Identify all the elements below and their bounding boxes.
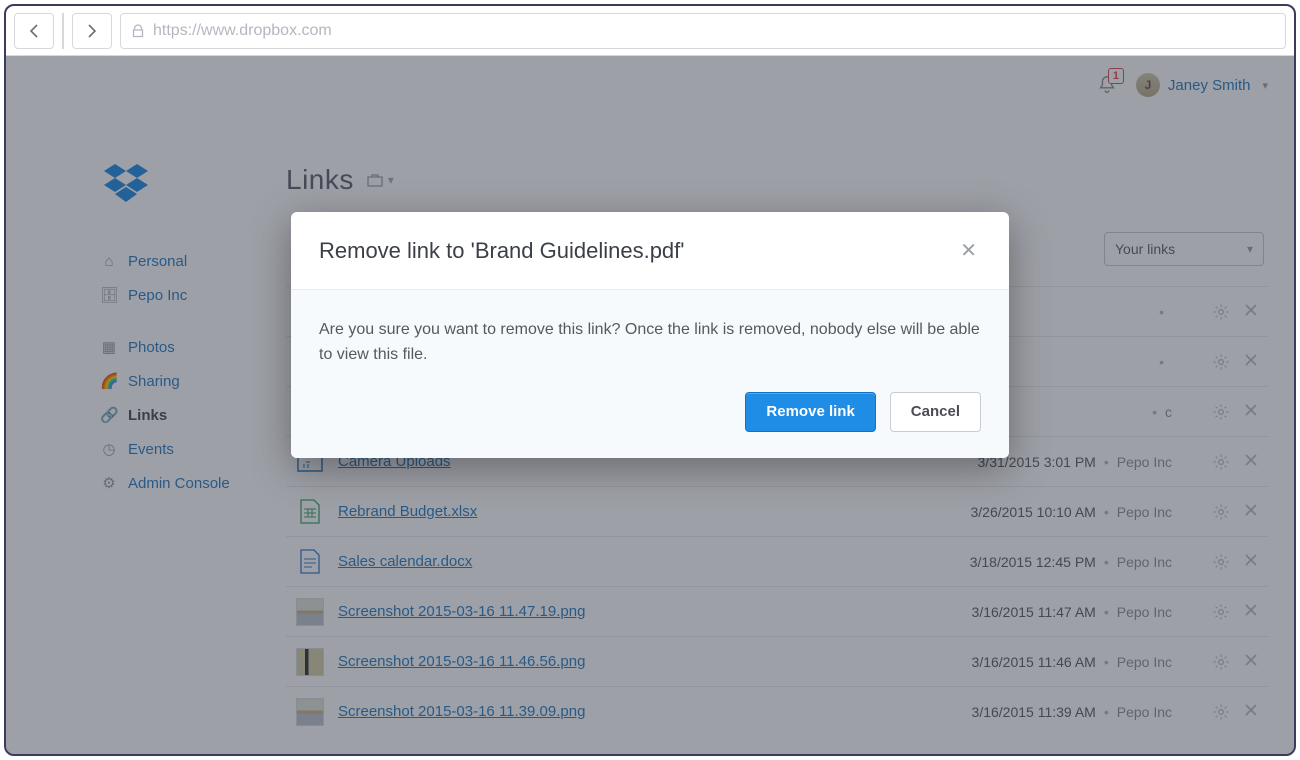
close-icon: ✕: [960, 240, 977, 262]
browser-frame: https://www.dropbox.com 1 J Janey Smith …: [4, 4, 1296, 756]
nav-separator: [62, 13, 64, 49]
modal-title: Remove link to 'Brand Guidelines.pdf': [319, 238, 684, 264]
url-text: https://www.dropbox.com: [153, 22, 332, 40]
remove-link-modal: Remove link to 'Brand Guidelines.pdf' ✕ …: [291, 212, 1009, 458]
browser-chrome: https://www.dropbox.com: [6, 6, 1294, 56]
chevron-right-icon: [87, 24, 97, 38]
forward-button[interactable]: [72, 13, 112, 49]
modal-body: Are you sure you want to remove this lin…: [291, 290, 1009, 392]
modal-footer: Remove link Cancel: [291, 392, 1009, 458]
cancel-button[interactable]: Cancel: [890, 392, 981, 432]
lock-icon: [131, 24, 145, 38]
modal-header: Remove link to 'Brand Guidelines.pdf' ✕: [291, 212, 1009, 290]
modal-close-button[interactable]: ✕: [956, 234, 981, 267]
remove-link-button[interactable]: Remove link: [745, 392, 875, 432]
app-body: 1 J Janey Smith ▾ ⌂ Personal: [6, 56, 1294, 754]
address-bar[interactable]: https://www.dropbox.com: [120, 13, 1286, 49]
chevron-left-icon: [29, 24, 39, 38]
back-button[interactable]: [14, 13, 54, 49]
